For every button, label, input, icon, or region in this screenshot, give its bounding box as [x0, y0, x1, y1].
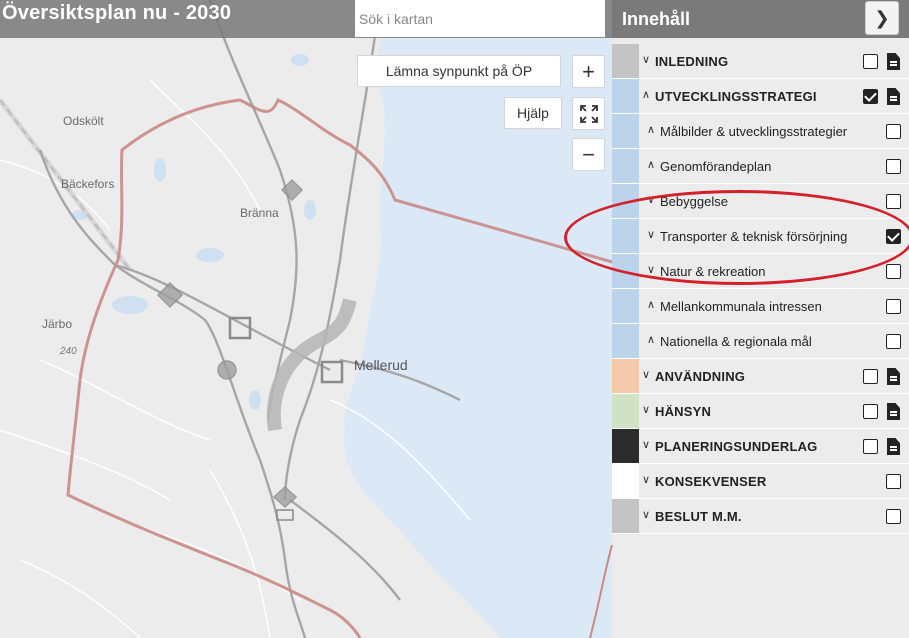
section-color-bar	[612, 44, 639, 78]
section-color-bar	[612, 324, 639, 358]
place-label: Bränna	[240, 206, 279, 220]
section-color-bar	[612, 499, 639, 533]
zoom-in-button[interactable]: +	[572, 55, 605, 88]
place-label: Järbo	[42, 317, 73, 331]
layer-checkbox[interactable]	[886, 124, 901, 139]
toc-item-section[interactable]: ∨ INLEDNING	[612, 44, 909, 79]
document-icon[interactable]	[887, 88, 900, 105]
toc-item-section[interactable]: ∨ PLANERINGSUNDERLAG	[612, 429, 909, 464]
chevron-down-icon[interactable]: ∨	[640, 508, 652, 521]
toc-item-label: BESLUT M.M.	[655, 508, 742, 524]
layer-checkbox[interactable]	[886, 159, 901, 174]
layer-checkbox[interactable]	[886, 509, 901, 524]
panel-header: Innehåll ❯	[612, 0, 909, 38]
toc-item-label: ANVÄNDNING	[655, 368, 746, 384]
layer-checkbox[interactable]	[863, 369, 878, 384]
section-color-bar	[612, 359, 639, 393]
chevron-down-icon[interactable]: ∨	[645, 228, 657, 241]
section-color-bar	[612, 114, 639, 148]
layer-checkbox[interactable]	[863, 439, 878, 454]
app-title: Översiktsplan nu - 2030	[2, 2, 232, 24]
chevron-down-icon[interactable]: ∨	[640, 368, 652, 381]
toc-item-label: INLEDNING	[655, 53, 729, 69]
chevron-down-icon[interactable]: ∨	[640, 438, 652, 451]
layer-checkbox[interactable]	[886, 299, 901, 314]
section-color-bar	[612, 289, 639, 323]
panel-title: Innehåll	[622, 9, 691, 29]
section-color-bar	[612, 79, 639, 113]
document-icon[interactable]	[887, 438, 900, 455]
toc-item-subsection[interactable]: ∧ Målbilder & utvecklingsstrategier	[612, 114, 909, 149]
document-icon[interactable]	[887, 403, 900, 420]
chevron-up-icon[interactable]: ∧	[645, 123, 657, 136]
section-color-bar	[612, 149, 639, 183]
chevron-up-icon[interactable]: ∧	[645, 333, 657, 346]
toc-item-subsection[interactable]: ∧ Nationella & regionala mål	[612, 324, 909, 359]
layer-checkbox[interactable]	[863, 54, 878, 69]
place-label: Mellerud	[354, 357, 408, 373]
toc-item-label: PLANERINGSUNDERLAG	[655, 438, 818, 454]
chevron-down-icon[interactable]: ∨	[640, 53, 652, 66]
layer-checkbox[interactable]	[886, 264, 901, 279]
zoom-out-button[interactable]: −	[572, 138, 605, 171]
toc-item-label: Genomförandeplan	[660, 158, 772, 174]
toc-item-subsection[interactable]: ∧ Genomförandeplan	[612, 149, 909, 184]
toc-item-label: HÄNSYN	[655, 403, 712, 419]
section-color-bar	[612, 184, 639, 218]
toc-item-subsection[interactable]: ∧ Mellankommunala intressen	[612, 289, 909, 324]
toc-item-label: UTVECKLINGSSTRATEGI	[655, 88, 817, 104]
feedback-button[interactable]: Lämna synpunkt på ÖP	[357, 55, 561, 87]
chevron-right-icon: ❯	[874, 7, 890, 28]
chevron-down-icon[interactable]: ∨	[645, 263, 657, 276]
section-color-bar	[612, 219, 639, 253]
toc-item-section[interactable]: ∨ BESLUT M.M.	[612, 499, 909, 534]
chevron-down-icon[interactable]: ∨	[640, 403, 652, 416]
collapse-panel-button[interactable]: ❯	[865, 1, 899, 35]
document-icon[interactable]	[887, 368, 900, 385]
toc-item-section[interactable]: ∧ UTVECKLINGSSTRATEGI	[612, 79, 909, 114]
toc-item-section[interactable]: ∨ ANVÄNDNING	[612, 359, 909, 394]
section-color-bar	[612, 394, 639, 428]
chevron-up-icon[interactable]: ∧	[640, 88, 652, 101]
toc-item-section[interactable]: ∨ HÄNSYN	[612, 394, 909, 429]
toc-item-section[interactable]: ∨ KONSEKVENSER	[612, 464, 909, 499]
toc-item-label: Bebyggelse	[660, 193, 728, 209]
place-label: Odskölt	[63, 114, 104, 128]
toc-item-label: Nationella & regionala mål	[660, 333, 812, 349]
layer-checkbox[interactable]	[886, 334, 901, 349]
layer-checkbox[interactable]	[886, 229, 901, 244]
layer-checkbox[interactable]	[863, 89, 878, 104]
layer-checkbox[interactable]	[886, 194, 901, 209]
toc-item-label: Mellankommunala intressen	[660, 298, 822, 314]
toc-item-subsection[interactable]: ∨ Bebyggelse	[612, 184, 909, 219]
content-list: ∨ INLEDNING ∧ UTVECKLINGSSTRATEGI ∧ Målbilder…	[612, 44, 909, 534]
toc-item-label: Transporter & teknisk försörjning	[660, 228, 848, 244]
search-input[interactable]	[355, 0, 605, 37]
section-color-bar	[612, 429, 639, 463]
toc-item-label: KONSEKVENSER	[655, 473, 767, 489]
layer-checkbox[interactable]	[886, 474, 901, 489]
toc-item-subsection[interactable]: ∨ Natur & rekreation	[612, 254, 909, 289]
elevation-label: 240	[60, 346, 77, 357]
chevron-up-icon[interactable]: ∧	[645, 158, 657, 171]
chevron-down-icon[interactable]: ∨	[640, 473, 652, 486]
fullscreen-button[interactable]	[572, 97, 605, 130]
section-color-bar	[612, 464, 639, 498]
chevron-down-icon[interactable]: ∨	[645, 193, 657, 206]
layer-checkbox[interactable]	[863, 404, 878, 419]
help-button[interactable]: Hjälp	[504, 97, 562, 129]
toc-item-label: Målbilder & utvecklingsstrategier	[660, 123, 848, 139]
toc-item-label: Natur & rekreation	[660, 263, 766, 279]
toc-item-subsection[interactable]: ∨ Transporter & teknisk försörjning	[612, 219, 909, 254]
chevron-up-icon[interactable]: ∧	[645, 298, 657, 311]
document-icon[interactable]	[887, 53, 900, 70]
fullscreen-icon	[579, 104, 598, 123]
section-color-bar	[612, 254, 639, 288]
place-label: Bäckefors	[61, 177, 115, 191]
